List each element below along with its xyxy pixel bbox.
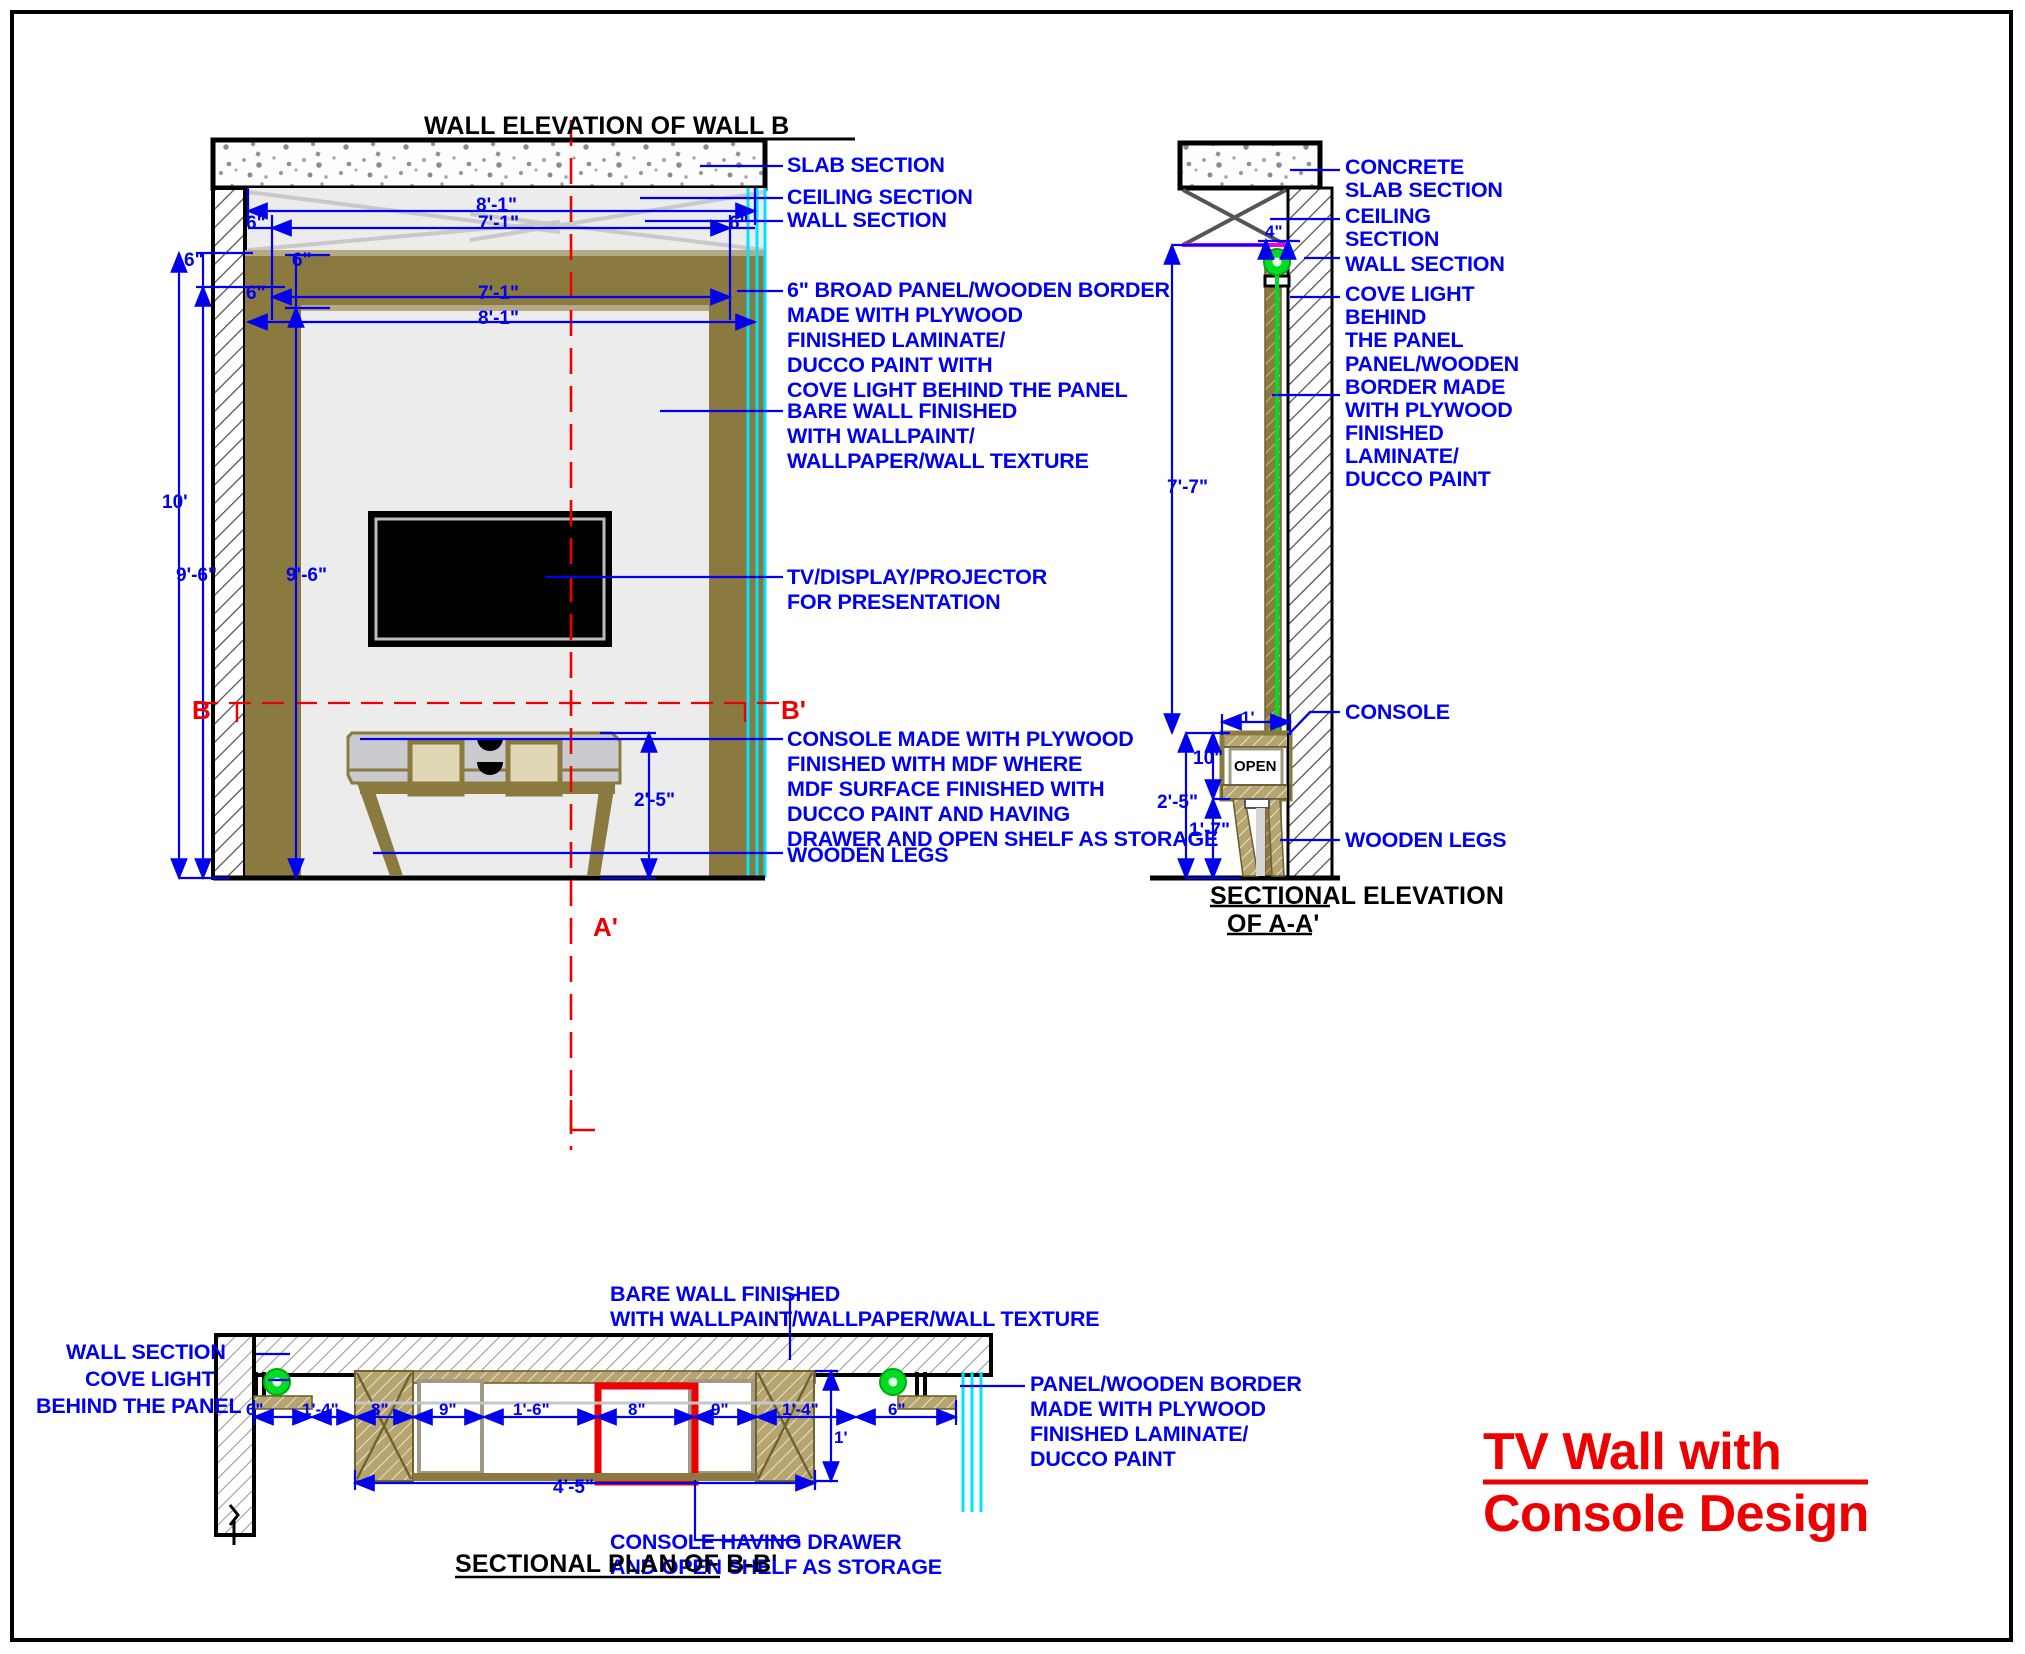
ann-panel-l4: DUCCO PAINT WITH: [787, 353, 993, 377]
sheet-title-line2: Console Design: [1483, 1485, 1869, 1543]
section-mark-b-left: B: [192, 695, 211, 725]
ann-barewall-l3: WALLPAPER/WALL TEXTURE: [787, 449, 1089, 473]
section-mark-b-right: B': [781, 695, 806, 725]
ann-cove-behind-plan: BEHIND THE PANEL: [36, 1394, 242, 1418]
ann-cove-light-plan: COVE LIGHT: [85, 1367, 215, 1391]
ann-wooden-legs-aa: WOODEN LEGS: [1345, 828, 1507, 852]
ann-console-l4: DUCCO PAINT AND HAVING: [787, 802, 1071, 826]
dim-panel-outer: 8'-1": [478, 308, 519, 329]
dim-plan-console-depth: 1': [834, 1428, 848, 1447]
section-mark-a-bottom: A': [593, 912, 618, 942]
dim-cove-gap: 4": [1265, 222, 1283, 241]
dim-plan-left-border: 6": [246, 1400, 264, 1419]
dim-6a: 6": [246, 283, 266, 304]
ann-cove-behind: BEHIND: [1345, 305, 1427, 329]
dim-plan-leg-right: 9": [711, 1400, 729, 1419]
ann-console-l3: MDF SURFACE FINISHED WITH: [787, 777, 1105, 801]
ann-tv-l1: TV/DISPLAY/PROJECTOR: [787, 565, 1048, 589]
ann-panel-aa-l3: WITH PLYWOOD: [1345, 398, 1513, 422]
dim-plan-leg-left: 8": [371, 1400, 389, 1419]
ann-wooden-legs-elev: WOODEN LEGS: [787, 843, 949, 867]
dim-6b: 6": [184, 250, 204, 271]
ann-ceiling-aa: CEILING: [1345, 204, 1431, 228]
ann-slab-section: SLAB SECTION: [787, 153, 945, 177]
ann-barewall-l2: WITH WALLPAINT/: [787, 424, 975, 448]
dim-console-height-elev: 2'-5": [634, 790, 675, 811]
ann-ceiling-section: CEILING SECTION: [787, 185, 973, 209]
dim-plan-drawer: 1'-6": [513, 1400, 550, 1419]
ann-section-aa: SECTION: [1345, 227, 1440, 251]
dim-height-wall: 9'-6": [176, 565, 217, 586]
ann-wall-section-plan: WALL SECTION: [66, 1340, 226, 1364]
dim-height-total: 10': [162, 492, 188, 513]
ann-slab-section-aa: SLAB SECTION: [1345, 178, 1503, 202]
ann-tv-l2: FOR PRESENTATION: [787, 590, 1001, 614]
dim-plan-left-gap: 1'-4": [302, 1400, 339, 1419]
ann-cove-light: COVE LIGHT: [1345, 282, 1475, 306]
dim-border-left-top: 6": [246, 213, 266, 234]
ann-barewall-l1: BARE WALL FINISHED: [787, 399, 1018, 423]
shelf-open-label: OPEN: [1234, 758, 1277, 775]
ann-panel-l3: FINISHED LAMINATE/: [787, 328, 1006, 352]
dim-leg-height: 1'-7": [1189, 820, 1230, 841]
dim-top-inner: 7'-1": [478, 213, 519, 234]
ann-wall-section-aa: WALL SECTION: [1345, 252, 1505, 276]
ann-barewall-plan-l1: BARE WALL FINISHED: [610, 1282, 841, 1306]
ann-concrete: CONCRETE: [1345, 155, 1465, 179]
ann-panel-l2: MADE WITH PLYWOOD: [787, 303, 1023, 327]
dim-6c: 6": [292, 250, 312, 271]
elevation-b-title: WALL ELEVATION OF WALL B: [424, 112, 790, 140]
drawing-sheet: WALL ELEVATION OF WALL B SLAB SECTION CE…: [0, 0, 2025, 1654]
ann-panel-plan-l3: FINISHED LAMINATE/: [1030, 1422, 1249, 1446]
dim-panel-height-aa: 7'-7": [1167, 477, 1208, 498]
dim-plan-console-width: 4'-5": [553, 1477, 594, 1498]
ann-barewall-plan-l2: WITH WALLPAINT/WALLPAPER/WALL TEXTURE: [610, 1307, 1100, 1331]
dim-plan-right-border: 6": [888, 1400, 906, 1419]
section-aa-title-line2: OF A-A': [1227, 910, 1320, 938]
dim-console-total-aa: 2'-5": [1157, 792, 1198, 813]
ann-console-l1: CONSOLE MADE WITH PLYWOOD: [787, 727, 1134, 751]
dim-plan-right-gap: 1'-4": [782, 1400, 819, 1419]
dim-plan-shelf-left: 9": [439, 1400, 457, 1419]
ann-wall-section: WALL SECTION: [787, 208, 947, 232]
ann-panel-aa-l2: BORDER MADE: [1345, 375, 1506, 399]
ann-panel-l1: 6" BROAD PANEL/WOODEN BORDER: [787, 278, 1170, 302]
ann-console-l2: FINISHED WITH MDF WHERE: [787, 752, 1083, 776]
plan-bb-title: SECTIONAL PLAN OF B-B': [455, 1550, 778, 1578]
dim-shelf-height: 10": [1193, 748, 1224, 769]
ann-panel-plan-l2: MADE WITH PLYWOOD: [1030, 1397, 1266, 1421]
ann-cove-panel: THE PANEL: [1345, 328, 1464, 352]
section-aa-title-line1: SECTIONAL ELEVATION: [1210, 882, 1505, 910]
ann-panel-aa-l4: FINISHED: [1345, 421, 1444, 445]
dim-plan-shelf-right: 8": [628, 1400, 646, 1419]
dim-border-right-top: 6": [729, 213, 749, 234]
ann-panel-aa-l1: PANEL/WOODEN: [1345, 352, 1519, 376]
ann-panel-plan-l1: PANEL/WOODEN BORDER: [1030, 1372, 1302, 1396]
dim-panel-inner: 7'-1": [478, 283, 519, 304]
dim-height-panel: 9'-6": [286, 565, 327, 586]
ann-console-aa: CONSOLE: [1345, 700, 1450, 724]
sheet-title-line1: TV Wall with: [1483, 1423, 1782, 1481]
dim-console-depth-aa: 1': [1241, 708, 1255, 727]
ann-panel-aa-l5: LAMINATE/: [1345, 444, 1459, 468]
ann-panel-aa-l6: DUCCO PAINT: [1345, 467, 1491, 491]
ann-panel-plan-l4: DUCCO PAINT: [1030, 1447, 1176, 1471]
